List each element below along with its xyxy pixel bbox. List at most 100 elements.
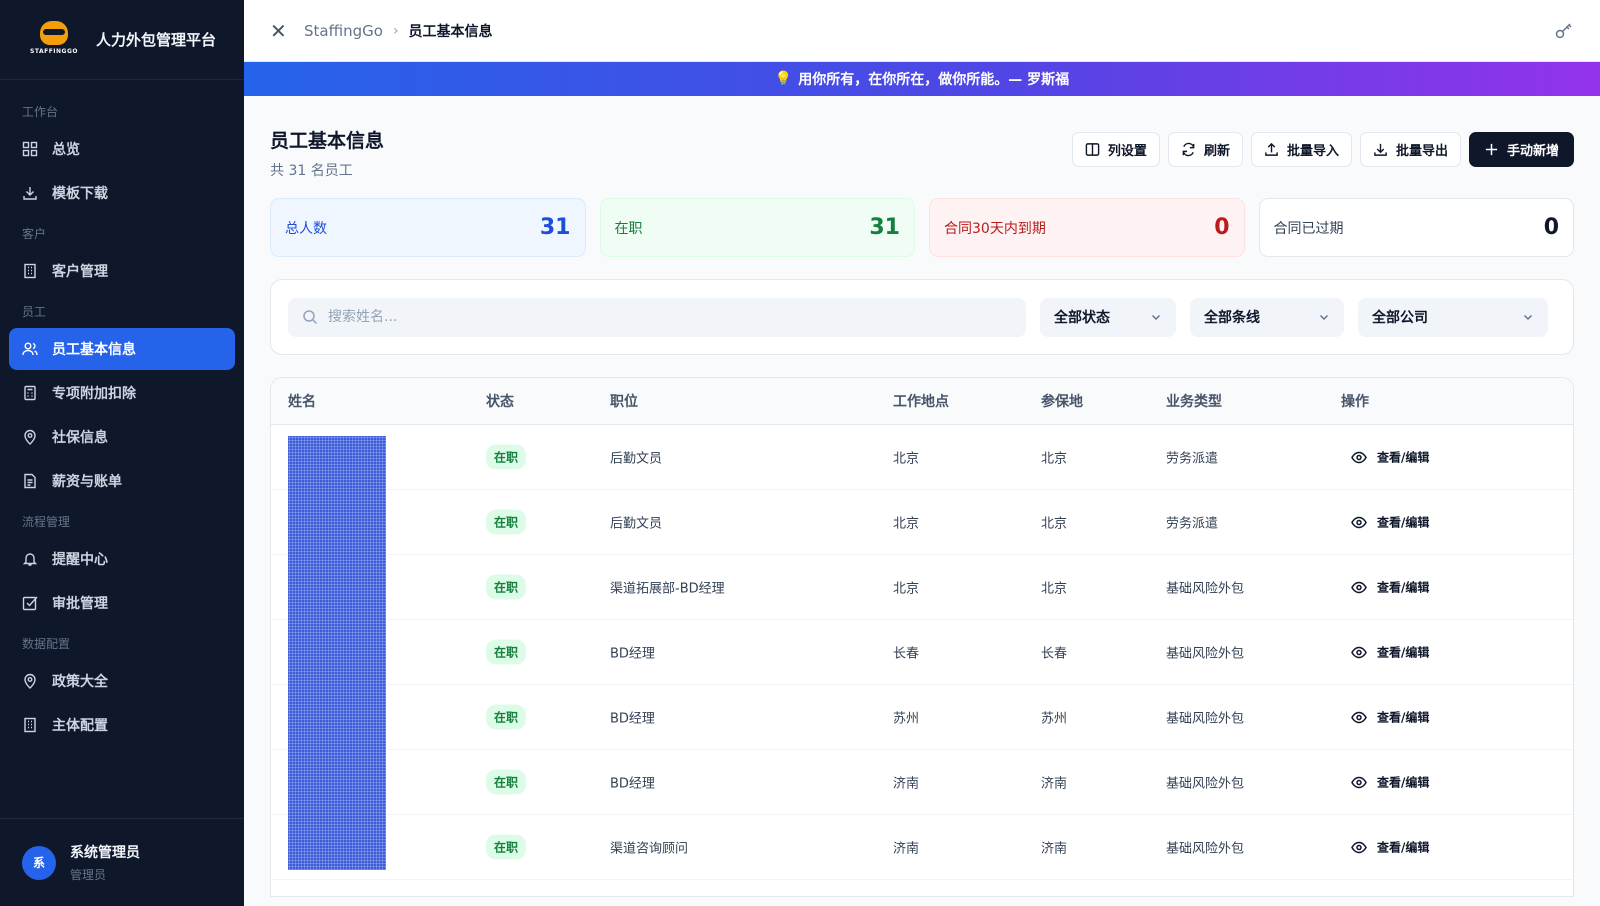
stat-value: 0 (1214, 215, 1230, 240)
sidebar-item-reminders[interactable]: 提醒中心 (9, 538, 235, 580)
sidebar-item-label: 员工基本信息 (52, 342, 136, 358)
view-edit-button[interactable]: 查看/编辑 (1351, 839, 1429, 856)
view-edit-button[interactable]: 查看/编辑 (1351, 774, 1429, 791)
quote-banner: 💡 用你所有，在你所在，做你所能。— 罗斯福 (244, 62, 1600, 96)
toolbar: 列设置 刷新 批量导入 批量导出 手动新增 (1071, 132, 1574, 167)
calculator-icon (24, 385, 36, 401)
sidebar-item-label: 审批管理 (52, 596, 108, 612)
plus-icon (1485, 143, 1498, 156)
sidebar-item-social-security[interactable]: 社保信息 (9, 416, 235, 458)
brand: STAFFINGGO 人力外包管理平台 (0, 0, 244, 80)
batch-export-button[interactable]: 批量导出 (1359, 132, 1461, 167)
view-edit-button[interactable]: 查看/编辑 (1351, 514, 1429, 531)
status-badge: 在职 (486, 509, 527, 535)
stat-label: 合同30天内到期 (944, 220, 1046, 237)
table-row: 在职 渠道咨询顾问 济南 济南 基础风险外包 查看/编辑 (271, 815, 1573, 880)
sidebar-nav: 工作台 总览 模板下载 客户 客户管理 员工 员工基本信息 专项附加扣除 社保信… (0, 80, 244, 746)
cell-business-type: 基础风险外包 (1166, 776, 1245, 792)
search-input[interactable] (328, 309, 988, 325)
table-row: 在职 渠道拓展部-BD经理 北京 北京 基础风险外包 查看/编辑 (271, 555, 1573, 620)
upload-icon (1265, 142, 1278, 156)
view-edit-label: 查看/编辑 (1377, 450, 1430, 465)
stat-card-expiring: 合同30天内到期 0 (929, 198, 1245, 257)
status-badge: 在职 (486, 704, 527, 730)
topbar: ✕ StaffingGo › 员工基本信息 (244, 0, 1600, 62)
refresh-button[interactable]: 刷新 (1167, 132, 1243, 167)
sidebar-item-label: 提醒中心 (52, 552, 108, 568)
page-title: 员工基本信息 (270, 130, 385, 152)
chevron-down-icon (1319, 314, 1329, 321)
button-label: 列设置 (1107, 144, 1147, 159)
view-edit-label: 查看/编辑 (1377, 580, 1430, 595)
download-icon (1374, 143, 1387, 156)
user-profile[interactable]: 系 系统管理员 管理员 (0, 818, 244, 906)
staffinggo-logo: STAFFINGGO (26, 20, 80, 59)
column-header-position[interactable]: 职位 (610, 391, 638, 411)
view-edit-button[interactable]: 查看/编辑 (1351, 449, 1429, 466)
table-body: 在职 后勤文员 北京 北京 劳务派遣 查看/编辑 在职 后勤文员 北京 北京 劳务派遣 查看/编辑 在职… (271, 425, 1573, 880)
sidebar-item-template-download[interactable]: 模板下载 (9, 172, 235, 214)
eye-icon (1351, 776, 1367, 788)
view-edit-button[interactable]: 查看/编辑 (1351, 579, 1429, 596)
sidebar-item-label: 薪资与账单 (52, 474, 122, 490)
sidebar-item-approvals[interactable]: 审批管理 (9, 582, 235, 624)
breadcrumb-current: 员工基本信息 (408, 23, 493, 40)
stats-row: 总人数 31 在职 31 合同30天内到期 0 合同已过期 0 (270, 198, 1574, 257)
view-edit-button[interactable]: 查看/编辑 (1351, 709, 1429, 726)
check-square-icon (22, 596, 38, 611)
column-settings-button[interactable]: 列设置 (1071, 132, 1160, 167)
eye-icon (1351, 451, 1367, 463)
stat-label: 合同已过期 (1273, 220, 1344, 237)
select-value: 全部公司 (1372, 310, 1428, 326)
business-line-select[interactable]: 全部条线 (1190, 297, 1344, 337)
select-value: 全部状态 (1054, 310, 1110, 326)
main-area: ✕ StaffingGo › 员工基本信息 💡 用你所有，在你所在，做你所能。—… (244, 0, 1600, 906)
sidebar-item-special-deduction[interactable]: 专项附加扣除 (9, 372, 235, 414)
eye-icon (1351, 516, 1367, 528)
batch-import-button[interactable]: 批量导入 (1250, 132, 1352, 167)
stat-value: 0 (1543, 215, 1559, 240)
column-header-insured-place[interactable]: 参保地 (1041, 391, 1083, 411)
key-icon[interactable] (1554, 20, 1574, 40)
sidebar-item-policies[interactable]: 政策大全 (9, 660, 235, 702)
cell-workplace: 长春 (893, 646, 920, 662)
stat-value: 31 (869, 215, 900, 240)
close-icon[interactable]: ✕ (270, 19, 292, 43)
table-row: 在职 后勤文员 北京 北京 劳务派遣 查看/编辑 (271, 490, 1573, 555)
view-edit-button[interactable]: 查看/编辑 (1351, 644, 1429, 661)
users-icon (22, 342, 38, 356)
view-edit-label: 查看/编辑 (1377, 710, 1430, 725)
brand-title: 人力外包管理平台 (96, 31, 217, 49)
sidebar-item-label: 模板下载 (52, 186, 108, 202)
chevron-down-icon (1151, 314, 1161, 321)
column-header-workplace[interactable]: 工作地点 (893, 391, 949, 411)
search-box[interactable] (288, 297, 1026, 337)
breadcrumb-root[interactable]: StaffingGo (304, 22, 383, 40)
column-header-status[interactable]: 状态 (486, 391, 514, 411)
sidebar-item-label: 总览 (52, 142, 80, 158)
stat-card-active: 在职 31 (599, 198, 915, 257)
column-header-name[interactable]: 姓名 (288, 391, 316, 411)
column-header-business-type[interactable]: 业务类型 (1166, 391, 1222, 411)
sidebar-item-entity-config[interactable]: 主体配置 (9, 704, 235, 746)
map-pin-icon (24, 429, 36, 445)
sidebar-item-payroll[interactable]: 薪资与账单 (9, 460, 235, 502)
nav-group-label: 工作台 (22, 105, 59, 119)
cell-position: 渠道拓展部-BD经理 (610, 581, 725, 597)
sidebar-item-employee-info[interactable]: 员工基本信息 (9, 328, 235, 370)
company-select[interactable]: 全部公司 (1358, 297, 1548, 337)
cell-workplace: 济南 (893, 841, 920, 857)
employee-count: 共 31 名员工 (270, 163, 353, 179)
status-select[interactable]: 全部状态 (1040, 297, 1176, 337)
sidebar-item-customers[interactable]: 客户管理 (9, 250, 235, 292)
eye-icon (1351, 581, 1367, 593)
user-name: 系统管理员 (70, 845, 140, 861)
search-icon (303, 310, 318, 325)
sidebar-item-overview[interactable]: 总览 (9, 128, 235, 170)
add-employee-button[interactable]: 手动新增 (1468, 132, 1574, 167)
status-badge: 在职 (486, 769, 527, 795)
cell-insured-place: 济南 (1041, 776, 1068, 792)
table-row: 在职 后勤文员 北京 北京 劳务派遣 查看/编辑 (271, 425, 1573, 490)
bell-icon (22, 553, 38, 566)
banner-text: 用你所有，在你所在，做你所能。— 罗斯福 (798, 72, 1070, 88)
